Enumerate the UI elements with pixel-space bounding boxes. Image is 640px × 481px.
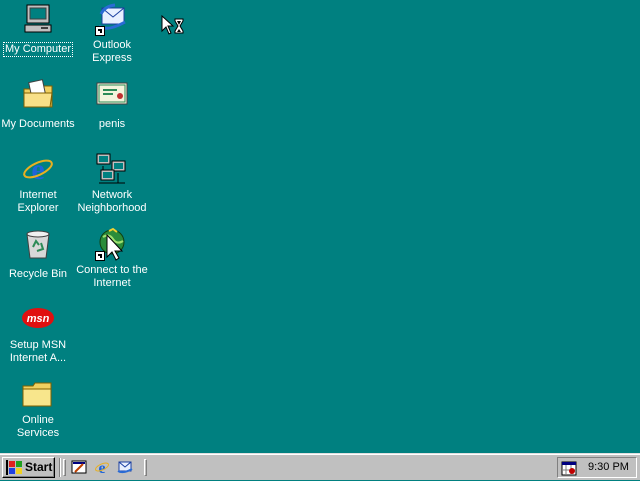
system-tray: 9:30 PM [557, 457, 637, 478]
desktop-icon-my-documents[interactable]: My Documents [0, 77, 76, 132]
quick-launch-outlook-express-icon[interactable] [117, 459, 133, 475]
desktop-icon-outlook-express[interactable]: Outlook Express [74, 2, 150, 66]
desktop-icon-label: My Computer [2, 42, 74, 57]
show-desktop-icon[interactable] [71, 459, 87, 475]
shortcut-arrow-icon [95, 26, 105, 36]
desktop-icon-recycle-bin[interactable]: Recycle Bin [0, 227, 76, 282]
taskbar[interactable]: Start e 9:30 PM [0, 453, 640, 480]
outlook-express-icon [95, 2, 129, 36]
quick-launch-internet-explorer-icon[interactable]: e [94, 459, 110, 475]
desktop-icon-network-neighborhood[interactable]: Network Neighborhood [74, 152, 150, 216]
desktop-icon-label: Outlook Express [92, 39, 132, 64]
my-documents-icon [21, 77, 55, 111]
desktop-icon-label: Internet Explorer [17, 189, 59, 214]
connect-internet-icon [95, 227, 129, 261]
taskbar-separator [59, 458, 61, 477]
taskbar-grip[interactable] [144, 459, 147, 476]
busy-cursor-icon [161, 14, 185, 37]
desktop-icon-internet-explorer[interactable]: e Internet Explorer [0, 152, 76, 216]
scheduler-tray-icon[interactable] [561, 460, 577, 476]
certificate-document-icon [95, 77, 129, 111]
shortcut-arrow-icon [95, 251, 105, 261]
recycle-bin-icon [21, 227, 55, 261]
my-computer-icon [21, 2, 55, 36]
msn-icon: msn [21, 302, 55, 336]
desktop-icon-my-computer[interactable]: My Computer [0, 2, 76, 57]
svg-text:e: e [31, 153, 44, 186]
desktop-icon-setup-msn[interactable]: msn Setup MSN Internet A... [0, 302, 76, 366]
desktop[interactable]: My Computer Outlook Express My Documents [0, 0, 640, 453]
desktop-icon-label: Network Neighborhood [77, 189, 147, 214]
desktop-icon-label: Online Services [16, 414, 60, 439]
desktop-icon-label: Connect to the Internet [76, 264, 148, 289]
windows-logo-icon [6, 460, 22, 475]
desktop-icon-label: Setup MSN Internet A... [9, 339, 67, 364]
start-label: Start [25, 460, 53, 474]
desktop-icon-connect-internet[interactable]: Connect to the Internet [74, 227, 150, 291]
desktop-icon-label: Recycle Bin [8, 268, 68, 280]
taskbar-clock[interactable]: 9:30 PM [588, 461, 629, 473]
svg-text:e: e [98, 460, 105, 475]
quick-launch-grip[interactable] [63, 459, 66, 476]
folder-icon [21, 377, 55, 411]
desktop-icon-certificate[interactable]: penis [74, 77, 150, 132]
internet-explorer-icon: e [21, 152, 55, 186]
desktop-icon-label: penis [98, 118, 126, 130]
network-neighborhood-icon [95, 152, 129, 186]
desktop-icon-online-services[interactable]: Online Services [0, 377, 76, 441]
desktop-icon-label: My Documents [1, 118, 75, 130]
start-button[interactable]: Start [2, 457, 55, 478]
svg-text:msn: msn [27, 313, 50, 325]
